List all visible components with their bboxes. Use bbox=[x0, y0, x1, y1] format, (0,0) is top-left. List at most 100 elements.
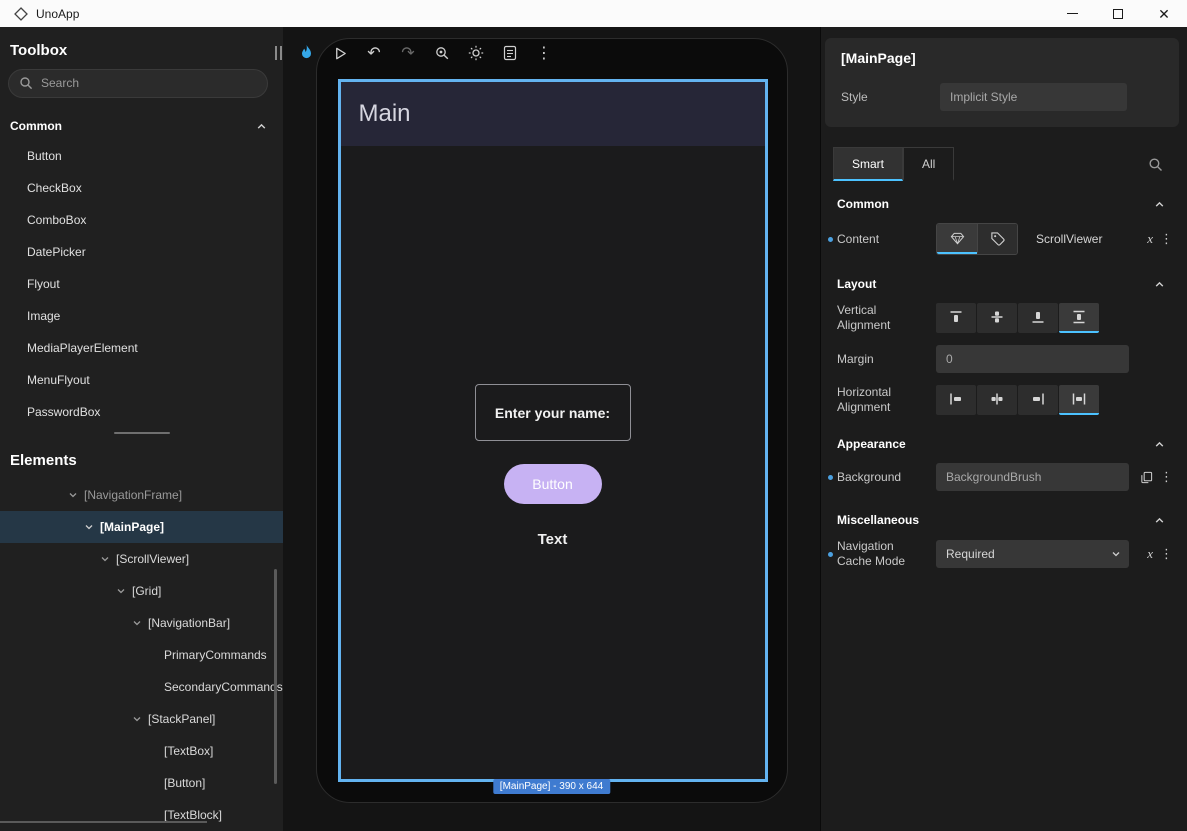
tree-item-textbox[interactable]: [TextBox] bbox=[0, 735, 283, 767]
preview-textbox-label: Enter your name: bbox=[495, 405, 610, 421]
align-top-icon[interactable] bbox=[936, 303, 976, 333]
property-more-button[interactable]: ⋮ bbox=[1160, 469, 1173, 485]
chevron-down-icon[interactable] bbox=[116, 586, 126, 596]
align-hcenter-icon[interactable] bbox=[977, 385, 1017, 415]
section-layout[interactable]: Layout bbox=[821, 261, 1187, 297]
left-panel: Toolbox Common Button CheckBox ComboBox … bbox=[0, 27, 283, 831]
toolbox-item-passwordbox[interactable]: PasswordBox bbox=[0, 396, 283, 428]
section-label: Layout bbox=[837, 277, 876, 291]
theme-sun-icon[interactable] bbox=[463, 40, 489, 66]
resource-copy-icon[interactable] bbox=[1140, 471, 1153, 484]
property-more-button[interactable]: ⋮ bbox=[1160, 546, 1173, 562]
toolbox-list: Button CheckBox ComboBox DatePicker Flyo… bbox=[0, 140, 283, 428]
tree-item-stackpanel[interactable]: [StackPanel] bbox=[0, 703, 283, 735]
tree-item-navigationframe[interactable]: [NavigationFrame] bbox=[0, 479, 283, 511]
property-tabs: Smart All bbox=[833, 147, 1175, 181]
minimize-button[interactable] bbox=[1049, 0, 1095, 27]
tree-item-label: [NavigationBar] bbox=[148, 616, 230, 630]
toolbox-item-image[interactable]: Image bbox=[0, 300, 283, 332]
more-options-button[interactable]: ⋮ bbox=[531, 40, 557, 66]
background-input[interactable]: BackgroundBrush bbox=[936, 463, 1129, 491]
align-right-icon[interactable] bbox=[1018, 385, 1058, 415]
chevron-down-icon bbox=[1111, 549, 1121, 559]
preview-textbox[interactable]: Enter your name: bbox=[475, 384, 631, 441]
align-left-icon[interactable] bbox=[936, 385, 976, 415]
toolbox-item-mediaplayerelement[interactable]: MediaPlayerElement bbox=[0, 332, 283, 364]
chevron-down-icon[interactable] bbox=[132, 618, 142, 628]
tab-all[interactable]: All bbox=[903, 147, 954, 181]
preview-navbar[interactable]: Main bbox=[341, 82, 765, 146]
preview-body[interactable]: Enter your name: Button Text bbox=[341, 146, 765, 779]
design-canvas: ↶ ↷ ⋮ Main Enter your name: bbox=[283, 27, 820, 831]
chevron-down-icon[interactable] bbox=[84, 522, 94, 532]
section-appearance[interactable]: Appearance bbox=[821, 421, 1187, 457]
toolbox-item-combobox[interactable]: ComboBox bbox=[0, 204, 283, 236]
selection-size-badge: [MainPage] - 390 x 644 bbox=[493, 779, 610, 794]
preview-button[interactable]: Button bbox=[504, 464, 602, 504]
tree-item-label: [NavigationFrame] bbox=[84, 488, 182, 502]
tree-item-navigationbar[interactable]: [NavigationBar] bbox=[0, 607, 283, 639]
gem-template-icon[interactable] bbox=[937, 224, 977, 254]
play-button[interactable] bbox=[327, 40, 353, 66]
binding-fx-button[interactable]: x bbox=[1147, 231, 1153, 247]
margin-input[interactable]: 0 bbox=[936, 345, 1129, 373]
align-bottom-icon[interactable] bbox=[1018, 303, 1058, 333]
toolbox-search[interactable] bbox=[8, 69, 268, 98]
vertical-alignment-label: Vertical Alignment bbox=[837, 303, 936, 333]
section-label: Appearance bbox=[837, 437, 906, 451]
toolbox-section-common[interactable]: Common bbox=[0, 112, 283, 141]
tree-vertical-scrollbar[interactable] bbox=[274, 569, 277, 784]
property-search-icon[interactable] bbox=[1148, 157, 1175, 172]
tree-item-primarycommands[interactable]: PrimaryCommands bbox=[0, 639, 283, 671]
align-vcenter-icon[interactable] bbox=[977, 303, 1017, 333]
binding-fx-button[interactable]: x bbox=[1147, 546, 1153, 562]
background-label: Background bbox=[837, 470, 936, 485]
elements-title: Elements bbox=[10, 452, 273, 469]
tree-item-grid[interactable]: [Grid] bbox=[0, 575, 283, 607]
tree-item-button[interactable]: [Button] bbox=[0, 767, 283, 799]
undo-button[interactable]: ↶ bbox=[361, 40, 387, 66]
preview-textblock[interactable]: Text bbox=[538, 531, 568, 548]
toolbox-item-button[interactable]: Button bbox=[0, 140, 283, 172]
property-more-button[interactable]: ⋮ bbox=[1160, 231, 1173, 247]
toolbox-item-menuflyout[interactable]: MenuFlyout bbox=[0, 364, 283, 396]
navigation-cache-mode-value: Required bbox=[946, 547, 995, 561]
vertical-alignment-group bbox=[936, 303, 1099, 333]
toolbar-drag-handle-icon[interactable] bbox=[271, 40, 285, 66]
align-hstretch-icon[interactable] bbox=[1059, 385, 1099, 415]
search-input[interactable] bbox=[41, 76, 257, 90]
chevron-down-icon[interactable] bbox=[132, 714, 142, 724]
tree-item-label: [StackPanel] bbox=[148, 712, 215, 726]
chevron-down-icon[interactable] bbox=[100, 554, 110, 564]
page-preview[interactable]: Main Enter your name: Button Text bbox=[338, 79, 768, 782]
selected-element-title: [MainPage] bbox=[841, 50, 1163, 66]
align-vstretch-icon[interactable] bbox=[1059, 303, 1099, 333]
tab-smart[interactable]: Smart bbox=[833, 147, 903, 181]
feedback-form-icon[interactable] bbox=[497, 40, 523, 66]
tag-icon[interactable] bbox=[977, 224, 1017, 254]
panel-splitter[interactable] bbox=[0, 428, 283, 437]
property-row-margin: Margin 0 bbox=[821, 339, 1187, 379]
chevron-down-icon[interactable] bbox=[68, 490, 78, 500]
margin-value: 0 bbox=[946, 352, 953, 366]
tree-item-scrollviewer[interactable]: [ScrollViewer] bbox=[0, 543, 283, 575]
hot-reload-flame-icon[interactable] bbox=[293, 40, 319, 66]
content-value[interactable]: ScrollViewer bbox=[1036, 232, 1102, 246]
tree-item-secondarycommands[interactable]: SecondaryCommands bbox=[0, 671, 283, 703]
element-inspect-icon[interactable] bbox=[429, 40, 455, 66]
toolbox-item-flyout[interactable]: Flyout bbox=[0, 268, 283, 300]
tree-item-label: [TextBox] bbox=[164, 744, 213, 758]
tree-horizontal-scrollbar[interactable] bbox=[0, 821, 207, 823]
navigation-cache-mode-dropdown[interactable]: Required bbox=[936, 540, 1129, 568]
toolbox-item-checkbox[interactable]: CheckBox bbox=[0, 172, 283, 204]
redo-button[interactable]: ↷ bbox=[395, 40, 421, 66]
tree-item-label: [Button] bbox=[164, 776, 205, 790]
maximize-button[interactable] bbox=[1095, 0, 1141, 27]
style-input[interactable]: Implicit Style bbox=[940, 83, 1127, 111]
section-common[interactable]: Common bbox=[821, 181, 1187, 217]
tree-item-textblock[interactable]: [TextBlock] bbox=[0, 799, 283, 831]
toolbox-item-datepicker[interactable]: DatePicker bbox=[0, 236, 283, 268]
tree-item-mainpage[interactable]: [MainPage] bbox=[0, 511, 283, 543]
close-button[interactable]: ✕ bbox=[1141, 0, 1187, 27]
section-miscellaneous[interactable]: Miscellaneous bbox=[821, 497, 1187, 533]
